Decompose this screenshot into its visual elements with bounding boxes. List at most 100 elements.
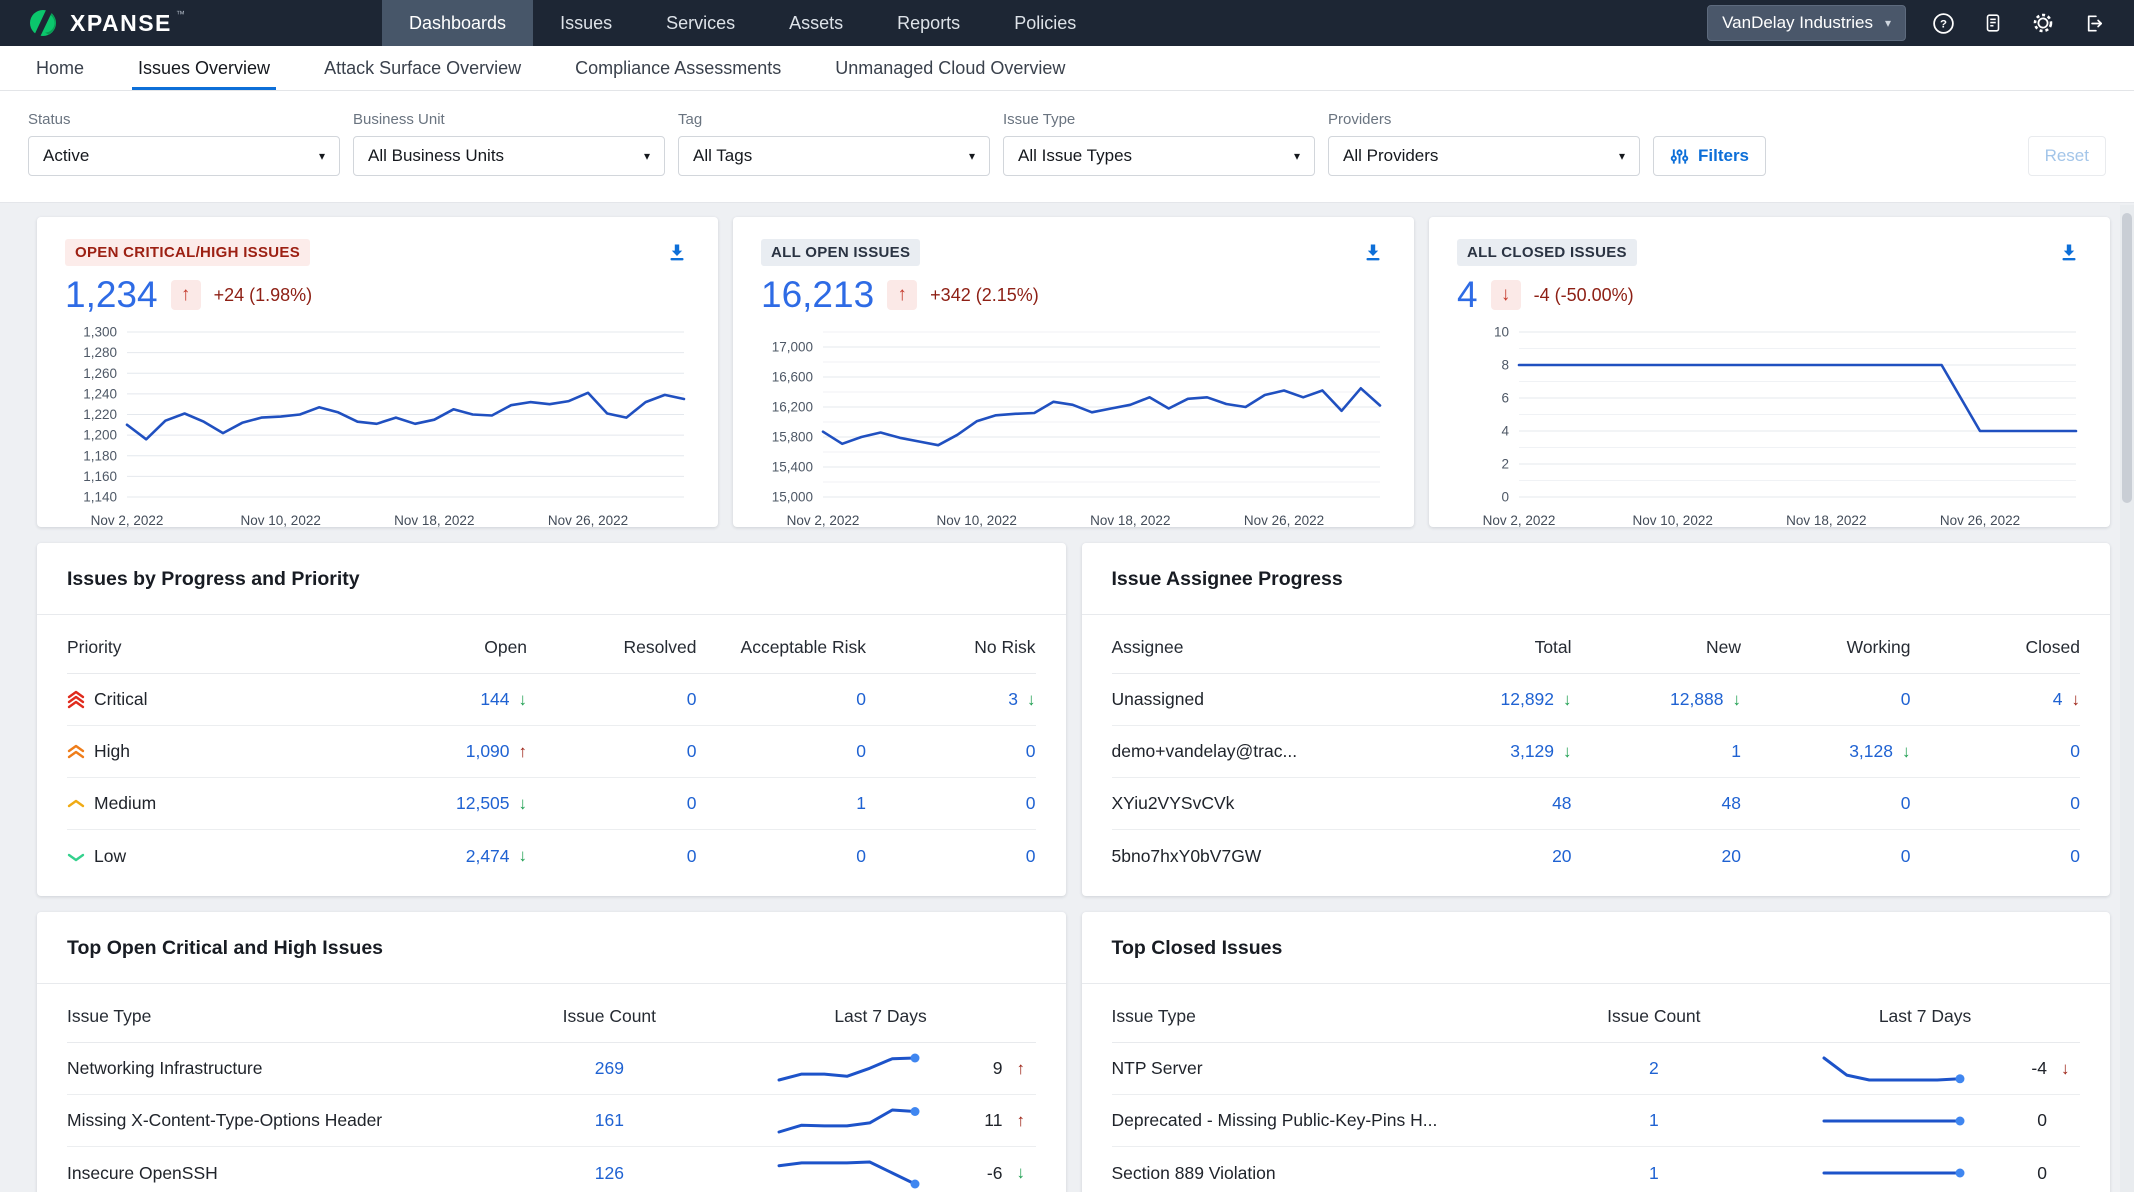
table-cell[interactable]: 1 bbox=[1572, 741, 1741, 762]
kpi-title-badge: ALL OPEN ISSUES bbox=[761, 239, 920, 266]
table-cell[interactable]: 0 bbox=[527, 741, 696, 762]
table-cell[interactable]: 0 bbox=[527, 846, 696, 867]
table-cell[interactable]: 20 bbox=[1572, 846, 1741, 867]
trend-chart: 1086420Nov 2, 2022Nov 10, 2022Nov 18, 20… bbox=[1457, 326, 2082, 531]
status-dropdown[interactable]: Active ▾ bbox=[28, 136, 340, 176]
table-row: demo+vandelay@trac...3,129↓13,128↓0 bbox=[1112, 726, 2081, 778]
table-cell: demo+vandelay@trac... bbox=[1112, 741, 1403, 762]
nav-item-assets[interactable]: Assets bbox=[762, 0, 870, 46]
table-cell[interactable]: 1 bbox=[1538, 1163, 1770, 1184]
dashboard-tabs: Home Issues Overview Attack Surface Over… bbox=[0, 46, 2134, 91]
table-cell[interactable]: 161 bbox=[493, 1110, 725, 1131]
table-cell[interactable]: 0 bbox=[866, 793, 1035, 814]
table-cell[interactable]: 2,474↓ bbox=[358, 846, 527, 867]
tag-dropdown[interactable]: All Tags ▾ bbox=[678, 136, 990, 176]
tab-home[interactable]: Home bbox=[30, 46, 90, 90]
table-row: Low2,474↓000 bbox=[67, 830, 1036, 882]
filter-label: Providers bbox=[1328, 111, 1640, 128]
scrollbar[interactable] bbox=[2120, 205, 2134, 1192]
svg-text:6: 6 bbox=[1501, 391, 1509, 406]
dashboard-content: OPEN CRITICAL/HIGH ISSUES 1,234 ↑ +24 (1… bbox=[0, 203, 2134, 1192]
providers-dropdown[interactable]: All Providers ▾ bbox=[1328, 136, 1640, 176]
trend-value: 11 bbox=[960, 1110, 1002, 1131]
table-cell[interactable]: 0 bbox=[527, 793, 696, 814]
table-column-header: Working bbox=[1741, 637, 1910, 658]
filters-button[interactable]: Filters bbox=[1653, 136, 1766, 176]
chevron-down-icon: ▾ bbox=[1294, 149, 1300, 163]
nav-item-services[interactable]: Services bbox=[639, 0, 762, 46]
scrollbar-thumb[interactable] bbox=[2122, 213, 2132, 503]
table-cell[interactable]: 0 bbox=[866, 846, 1035, 867]
table-cell[interactable]: 1 bbox=[697, 793, 866, 814]
filter-bar: Status Active ▾ Business Unit All Busine… bbox=[0, 91, 2134, 203]
table-cell[interactable]: 0 bbox=[697, 846, 866, 867]
table-cell[interactable]: 48 bbox=[1402, 793, 1571, 814]
download-icon[interactable] bbox=[2056, 239, 2082, 265]
business-unit-dropdown[interactable]: All Business Units ▾ bbox=[353, 136, 665, 176]
table-cell[interactable]: 12,892↓ bbox=[1402, 689, 1571, 710]
primary-nav: Dashboards Issues Services Assets Report… bbox=[382, 0, 1103, 46]
table-cell[interactable]: 0 bbox=[1911, 741, 2080, 762]
tab-issues-overview[interactable]: Issues Overview bbox=[132, 46, 276, 90]
table-cell[interactable]: 2 bbox=[1538, 1058, 1770, 1079]
issue-type-dropdown[interactable]: All Issue Types ▾ bbox=[1003, 136, 1315, 176]
nav-item-policies[interactable]: Policies bbox=[987, 0, 1103, 46]
top-closed-issues-card: Top Closed Issues Issue TypeIssue CountL… bbox=[1082, 912, 2111, 1192]
table-cell[interactable]: 0 bbox=[1911, 793, 2080, 814]
kpi-delta: +24 (1.98%) bbox=[214, 285, 313, 306]
table-cell[interactable]: 1,090↑ bbox=[358, 741, 527, 762]
account-switcher[interactable]: VanDelay Industries ▾ bbox=[1707, 5, 1906, 41]
table-cell[interactable]: 0 bbox=[527, 689, 696, 710]
table-cell[interactable]: 0 bbox=[697, 741, 866, 762]
nav-item-dashboards[interactable]: Dashboards bbox=[382, 0, 533, 46]
table-cell[interactable]: 12,888↓ bbox=[1572, 689, 1741, 710]
priority-high-icon bbox=[67, 742, 85, 761]
tab-compliance-assessments[interactable]: Compliance Assessments bbox=[569, 46, 787, 90]
table-cell[interactable]: 0 bbox=[1741, 846, 1910, 867]
table-row: Networking Infrastructure2699↑ bbox=[67, 1043, 1036, 1095]
table-cell[interactable]: 3↓ bbox=[866, 689, 1035, 710]
table-cell[interactable]: 0 bbox=[1741, 689, 1910, 710]
nav-item-issues[interactable]: Issues bbox=[533, 0, 639, 46]
table-cell[interactable]: 0 bbox=[1741, 793, 1910, 814]
help-icon[interactable]: ? bbox=[1930, 10, 1956, 36]
table-cell[interactable]: 20 bbox=[1402, 846, 1571, 867]
table-cell: Unassigned bbox=[1112, 689, 1403, 710]
chevron-down-icon: ▾ bbox=[644, 149, 650, 163]
chevron-down-icon: ▾ bbox=[319, 149, 325, 163]
table-cell[interactable]: 4↓ bbox=[1911, 689, 2080, 710]
table-cell[interactable]: 3,129↓ bbox=[1402, 741, 1571, 762]
table-header-row: PriorityOpenResolvedAcceptable RiskNo Ri… bbox=[67, 619, 1036, 674]
table-column-header: Issue Count bbox=[493, 1006, 725, 1027]
table-cell[interactable]: 269 bbox=[493, 1058, 725, 1079]
logout-icon[interactable] bbox=[2080, 10, 2106, 36]
table-cell[interactable]: 0 bbox=[1911, 846, 2080, 867]
table-cell[interactable]: 12,505↓ bbox=[358, 793, 527, 814]
download-icon[interactable] bbox=[664, 239, 690, 265]
card-title: Top Open Critical and High Issues bbox=[37, 912, 1066, 984]
tables-row-1: Issues by Progress and Priority Priority… bbox=[37, 543, 2110, 896]
table-cell[interactable]: 48 bbox=[1572, 793, 1741, 814]
table-row: Insecure OpenSSH126-6↓ bbox=[67, 1147, 1036, 1192]
nav-item-reports[interactable]: Reports bbox=[870, 0, 987, 46]
table-column-header: No Risk bbox=[866, 637, 1035, 658]
trend-arrow-icon: ↓ bbox=[519, 846, 528, 866]
table-cell[interactable]: 126 bbox=[493, 1163, 725, 1184]
tab-unmanaged-cloud-overview[interactable]: Unmanaged Cloud Overview bbox=[829, 46, 1071, 90]
last-7-days-cell: 11↑ bbox=[726, 1104, 1036, 1138]
table-cell[interactable]: 144↓ bbox=[358, 689, 527, 710]
table-cell[interactable]: 0 bbox=[697, 689, 866, 710]
reset-button[interactable]: Reset bbox=[2028, 136, 2106, 176]
svg-text:Nov 10, 2022: Nov 10, 2022 bbox=[1633, 513, 1713, 528]
svg-text:4: 4 bbox=[1501, 424, 1509, 439]
table-cell[interactable]: 0 bbox=[866, 741, 1035, 762]
tab-attack-surface-overview[interactable]: Attack Surface Overview bbox=[318, 46, 527, 90]
release-notes-icon[interactable] bbox=[1980, 10, 2006, 36]
settings-gear-icon[interactable] bbox=[2030, 10, 2056, 36]
priority-critical-icon bbox=[67, 690, 85, 709]
last-7-days-cell: -6↓ bbox=[726, 1156, 1036, 1190]
download-icon[interactable] bbox=[1360, 239, 1386, 265]
table-cell[interactable]: 1 bbox=[1538, 1110, 1770, 1131]
table-cell[interactable]: 3,128↓ bbox=[1741, 741, 1910, 762]
priority-low-icon bbox=[67, 847, 85, 866]
